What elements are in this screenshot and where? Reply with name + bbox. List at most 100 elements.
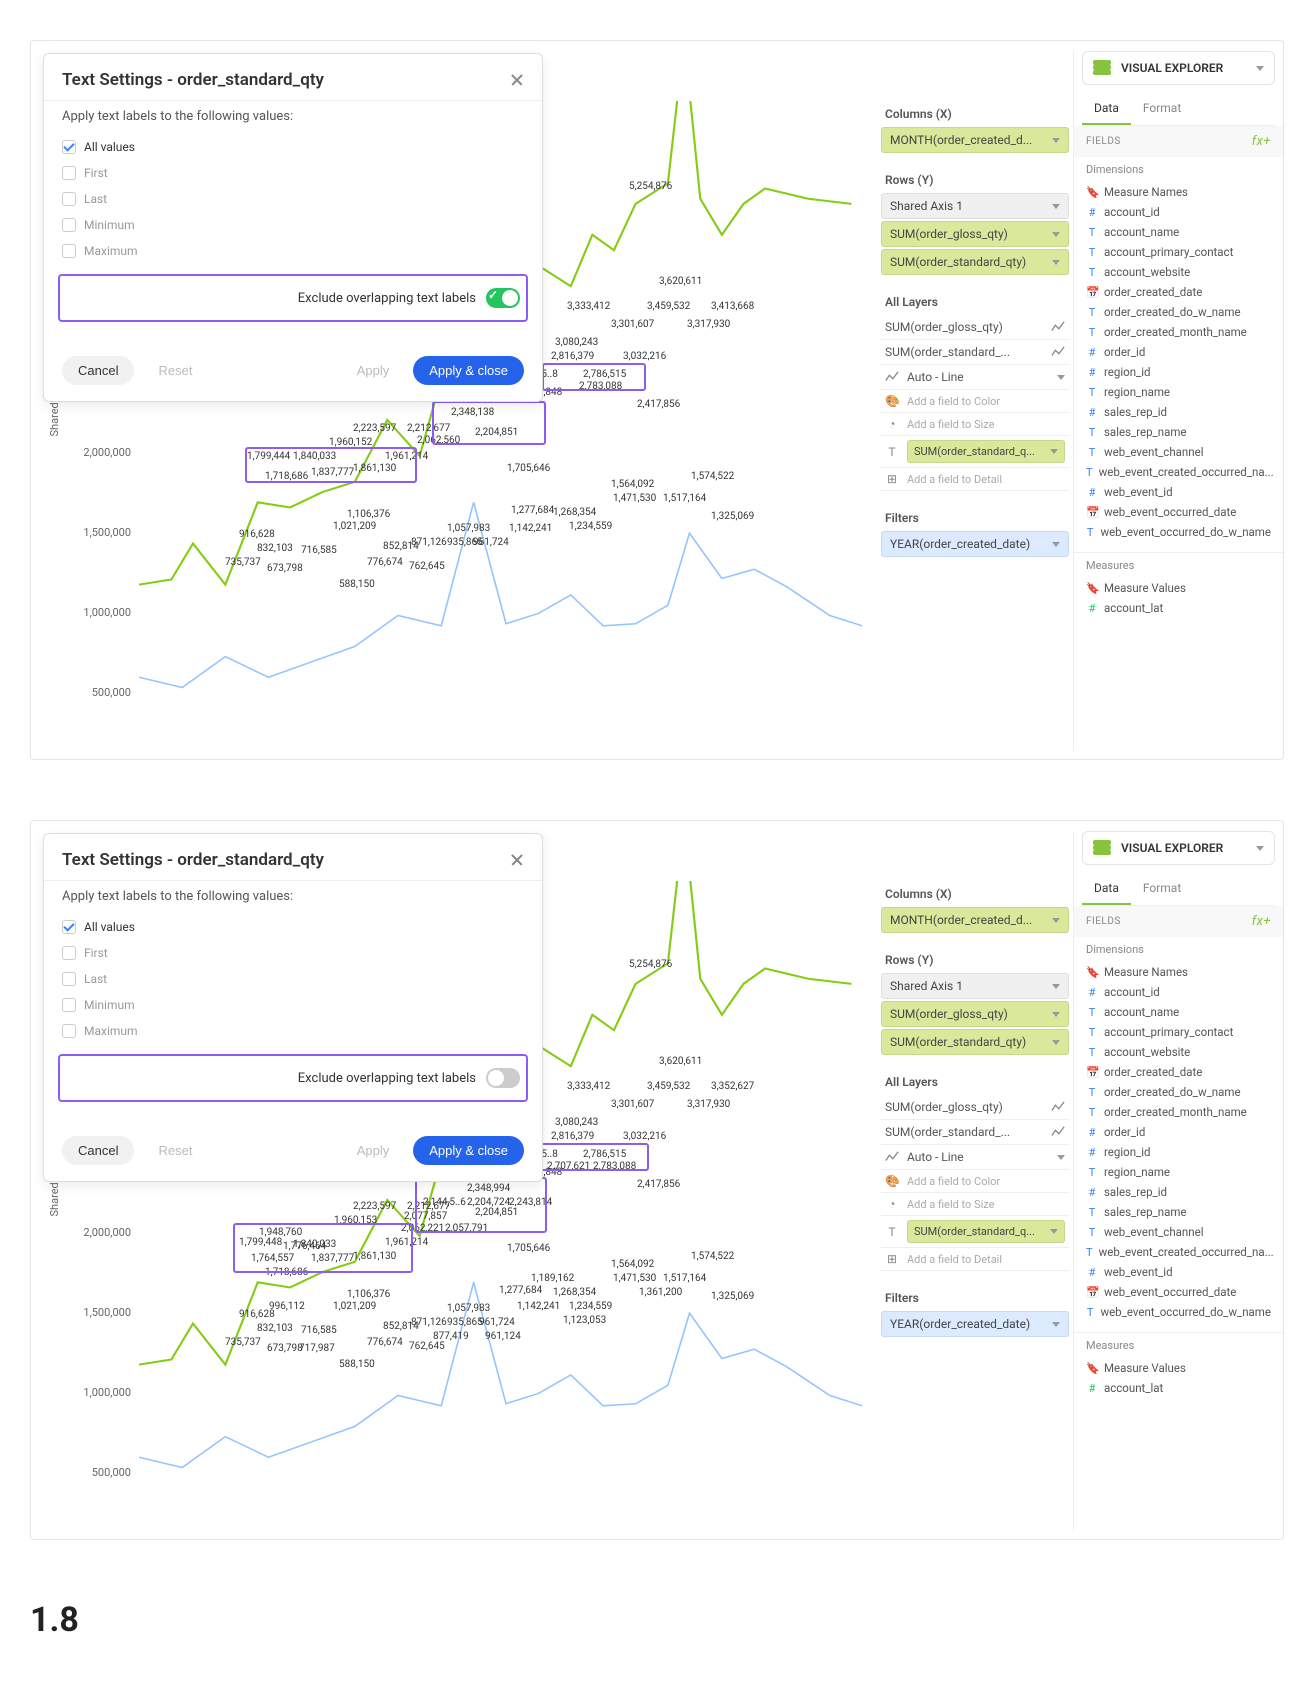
layer-2[interactable]: SUM(order_standard_... (881, 1120, 1069, 1145)
field-sales_rep_name[interactable]: Tsales_rep_name (1074, 422, 1283, 442)
enc-size[interactable]: ◔Add a field to Size (881, 1193, 1069, 1216)
field-web_event_occurred_date[interactable]: 📅web_event_occurred_date (1074, 502, 1283, 522)
layer-2[interactable]: SUM(order_standard_... (881, 340, 1069, 365)
fx-button[interactable]: fx+ (1252, 134, 1271, 149)
field-region_name[interactable]: Tregion_name (1074, 382, 1283, 402)
opt-max[interactable]: Maximum (62, 1018, 524, 1044)
apply-close-button[interactable]: Apply & close (413, 356, 524, 385)
enc-text[interactable]: TSUM(order_standard_q... (881, 1216, 1069, 1248)
filter-field[interactable]: YEAR(order_created_date) (881, 1311, 1069, 1337)
apply-close-button[interactable]: Apply & close (413, 1136, 524, 1165)
columns-head: Columns (X) (881, 101, 1069, 127)
field-order_created_month_name[interactable]: Torder_created_month_name (1074, 1102, 1283, 1122)
opt-last[interactable]: Last (62, 186, 524, 212)
field-account_name[interactable]: Taccount_name (1074, 1002, 1283, 1022)
field-account_website[interactable]: Taccount_website (1074, 1042, 1283, 1062)
layer-1[interactable]: SUM(order_gloss_qty) (881, 315, 1069, 340)
shared-axis-pill[interactable]: Shared Axis 1 (881, 193, 1069, 219)
field-Measure Names[interactable]: 🔖Measure Names (1074, 962, 1283, 982)
field-web_event_occurred_do_w_name[interactable]: Tweb_event_occurred_do_w_name (1074, 522, 1283, 542)
field-order_id[interactable]: #order_id (1074, 1122, 1283, 1142)
opt-all-values[interactable]: All values (62, 134, 524, 160)
field-order_created_do_w_name[interactable]: Torder_created_do_w_name (1074, 302, 1283, 322)
field-account_name[interactable]: Taccount_name (1074, 222, 1283, 242)
field-account_lat[interactable]: #account_lat (1074, 1378, 1283, 1398)
tab-data[interactable]: Data (1082, 93, 1131, 125)
row-field-1[interactable]: SUM(order_gloss_qty) (881, 1001, 1069, 1027)
filter-field[interactable]: YEAR(order_created_date) (881, 531, 1069, 557)
auto-line[interactable]: Auto - Line (881, 1145, 1069, 1170)
field-account_website[interactable]: Taccount_website (1074, 262, 1283, 282)
opt-first[interactable]: First (62, 940, 524, 966)
apply-button[interactable]: Apply (341, 1136, 406, 1165)
tab-data[interactable]: Data (1082, 873, 1131, 905)
layer-1[interactable]: SUM(order_gloss_qty) (881, 1095, 1069, 1120)
auto-line[interactable]: Auto - Line (881, 365, 1069, 390)
exclude-overlap-toggle[interactable] (486, 288, 520, 308)
opt-first[interactable]: First (62, 160, 524, 186)
enc-detail[interactable]: ⊞Add a field to Detail (881, 1248, 1069, 1271)
field-region_id[interactable]: #region_id (1074, 1142, 1283, 1162)
reset-button[interactable]: Reset (142, 1136, 208, 1165)
field-Measure Values[interactable]: 🔖Measure Values (1074, 1358, 1283, 1378)
field-web_event_created_occurred_na...[interactable]: Tweb_event_created_occurred_na... (1074, 1242, 1283, 1262)
dialog-title: Text Settings - order_standard_qty (62, 70, 324, 90)
stack-icon (1093, 60, 1113, 76)
row-field-2[interactable]: SUM(order_standard_qty) (881, 249, 1069, 275)
apply-button[interactable]: Apply (341, 356, 406, 385)
field-sales_rep_id[interactable]: #sales_rep_id (1074, 1182, 1283, 1202)
field-web_event_channel[interactable]: Tweb_event_channel (1074, 1222, 1283, 1242)
field-account_lat[interactable]: #account_lat (1074, 598, 1283, 618)
field-account_id[interactable]: #account_id (1074, 982, 1283, 1002)
measures-head: Measures (1074, 552, 1283, 578)
opt-max[interactable]: Maximum (62, 238, 524, 264)
fx-button[interactable]: fx+ (1252, 914, 1271, 929)
exclude-overlap-toggle[interactable] (486, 1068, 520, 1088)
visual-explorer-header[interactable]: VISUAL EXPLORER (1082, 51, 1275, 85)
field-web_event_occurred_do_w_name[interactable]: Tweb_event_occurred_do_w_name (1074, 1302, 1283, 1322)
cancel-button[interactable]: Cancel (62, 1136, 134, 1165)
field-region_name[interactable]: Tregion_name (1074, 1162, 1283, 1182)
enc-detail[interactable]: ⊞Add a field to Detail (881, 468, 1069, 491)
close-icon[interactable] (510, 73, 524, 87)
field-account_id[interactable]: #account_id (1074, 202, 1283, 222)
field-web_event_id[interactable]: #web_event_id (1074, 482, 1283, 502)
row-field-1[interactable]: SUM(order_gloss_qty) (881, 221, 1069, 247)
shared-axis-pill[interactable]: Shared Axis 1 (881, 973, 1069, 999)
opt-min[interactable]: Minimum (62, 212, 524, 238)
field-Measure Values[interactable]: 🔖Measure Values (1074, 578, 1283, 598)
field-order_created_do_w_name[interactable]: Torder_created_do_w_name (1074, 1082, 1283, 1102)
column-field[interactable]: MONTH(order_created_d... (881, 127, 1069, 153)
enc-color[interactable]: 🎨Add a field to Color (881, 390, 1069, 413)
field-order_created_date[interactable]: 📅order_created_date (1074, 282, 1283, 302)
enc-size[interactable]: ◔Add a field to Size (881, 413, 1069, 436)
field-web_event_channel[interactable]: Tweb_event_channel (1074, 442, 1283, 462)
chevron-down-icon (1052, 204, 1060, 209)
reset-button[interactable]: Reset (142, 356, 208, 385)
visual-explorer-header[interactable]: VISUAL EXPLORER (1082, 831, 1275, 865)
field-web_event_id[interactable]: #web_event_id (1074, 1262, 1283, 1282)
opt-all-values[interactable]: All values (62, 914, 524, 940)
field-sales_rep_name[interactable]: Tsales_rep_name (1074, 1202, 1283, 1222)
opt-min[interactable]: Minimum (62, 992, 524, 1018)
opt-last[interactable]: Last (62, 966, 524, 992)
row-field-2[interactable]: SUM(order_standard_qty) (881, 1029, 1069, 1055)
field-web_event_created_occurred_na...[interactable]: Tweb_event_created_occurred_na... (1074, 462, 1283, 482)
field-web_event_occurred_date[interactable]: 📅web_event_occurred_date (1074, 1282, 1283, 1302)
field-sales_rep_id[interactable]: #sales_rep_id (1074, 402, 1283, 422)
column-field[interactable]: MONTH(order_created_d... (881, 907, 1069, 933)
enc-text[interactable]: TSUM(order_standard_q... (881, 436, 1069, 468)
text-settings-dialog: Text Settings - order_standard_qty Apply… (43, 833, 543, 1182)
tab-format[interactable]: Format (1131, 93, 1193, 125)
field-order_id[interactable]: #order_id (1074, 342, 1283, 362)
cancel-button[interactable]: Cancel (62, 356, 134, 385)
field-region_id[interactable]: #region_id (1074, 362, 1283, 382)
enc-color[interactable]: 🎨Add a field to Color (881, 1170, 1069, 1193)
close-icon[interactable] (510, 853, 524, 867)
field-account_primary_contact[interactable]: Taccount_primary_contact (1074, 1022, 1283, 1042)
tab-format[interactable]: Format (1131, 873, 1193, 905)
field-order_created_date[interactable]: 📅order_created_date (1074, 1062, 1283, 1082)
field-account_primary_contact[interactable]: Taccount_primary_contact (1074, 242, 1283, 262)
field-order_created_month_name[interactable]: Torder_created_month_name (1074, 322, 1283, 342)
field-Measure Names[interactable]: 🔖Measure Names (1074, 182, 1283, 202)
